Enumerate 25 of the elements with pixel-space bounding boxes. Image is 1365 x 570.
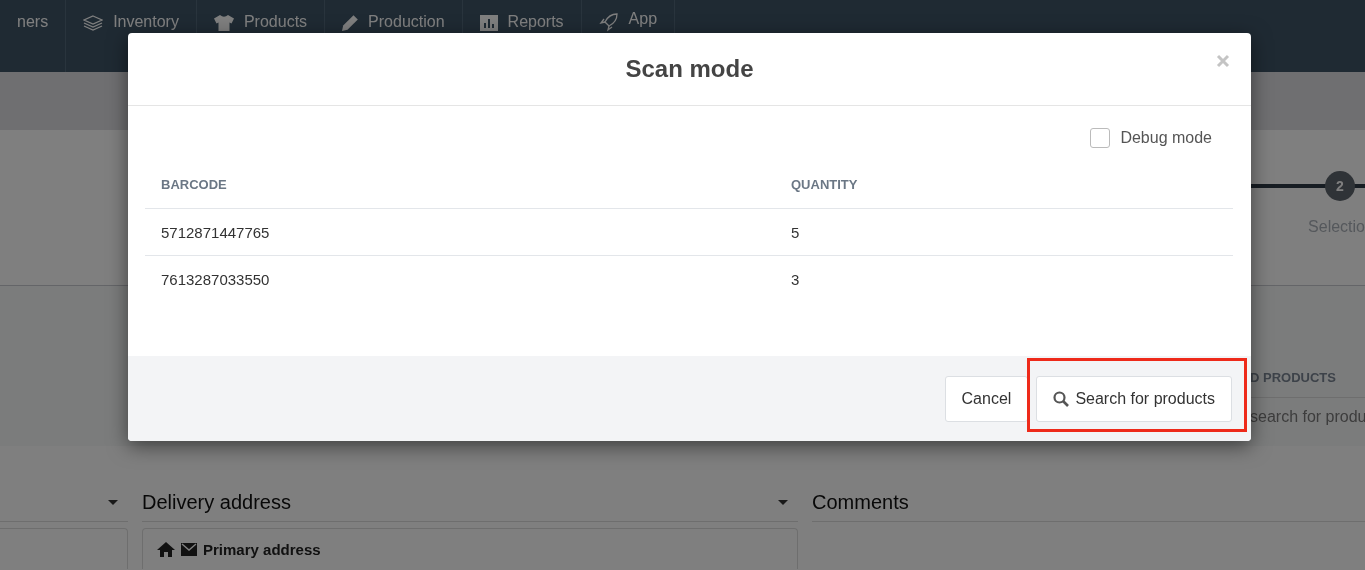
rocket-icon — [598, 12, 619, 32]
caret-icon[interactable] — [778, 500, 788, 505]
checkbox-label: Debug mode — [1120, 129, 1212, 147]
column-header: BARCODE — [145, 161, 775, 209]
caret-icon[interactable] — [108, 500, 118, 505]
search-icon — [1053, 390, 1070, 407]
table-cell: 3 — [775, 255, 1233, 302]
step-circle: 2 — [1325, 171, 1355, 201]
section-heading: Delivery address — [142, 491, 291, 514]
search-button[interactable]: Search for products — [1036, 375, 1232, 422]
envelope-icon — [181, 542, 197, 556]
home-icon — [157, 541, 175, 557]
chart-icon — [479, 15, 498, 31]
layers-icon — [83, 15, 104, 31]
address-title: Primary address — [203, 540, 321, 558]
table-cell: 5712871447765 — [145, 208, 775, 256]
shirt-icon — [213, 15, 234, 31]
pencil-icon — [342, 15, 359, 31]
column-header: QUANTITY — [775, 161, 1233, 209]
checkbox[interactable] — [1090, 128, 1111, 148]
section-heading: Comments — [812, 491, 909, 514]
table-cell: 7613287033550 — [145, 255, 775, 302]
cancel-button[interactable]: Cancel — [944, 375, 1029, 422]
table-cell: 5 — [775, 208, 1233, 256]
modal-title: Scan mode — [625, 55, 754, 83]
